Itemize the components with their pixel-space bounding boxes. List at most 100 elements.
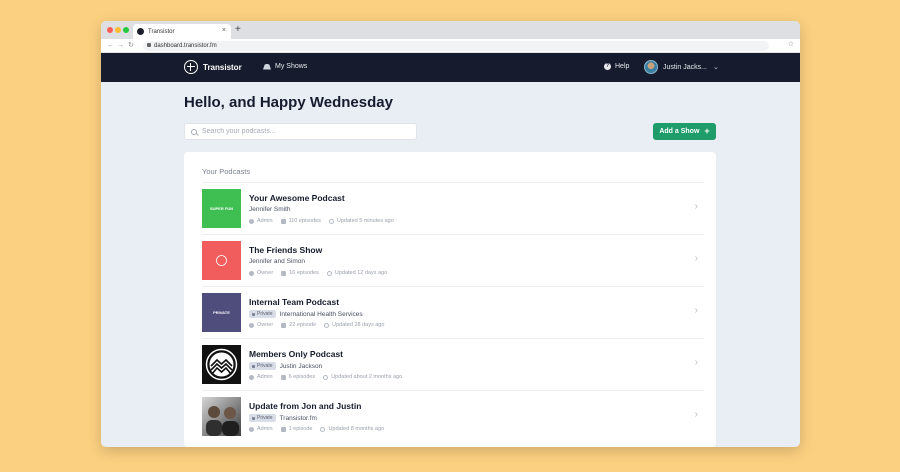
episodes: 16 episodes — [281, 270, 319, 276]
chevron-right-icon[interactable]: › — [695, 253, 698, 264]
transistor-logo-icon — [184, 60, 198, 74]
episodes: 1 episode — [280, 426, 312, 432]
transistor-favicon-icon — [137, 28, 144, 35]
url-field[interactable]: dashboard.transistor.fm — [143, 41, 769, 51]
podcast-row[interactable]: Members Only Podcast Private Justin Jack… — [202, 339, 704, 391]
podcast-meta: Admin 1 episode Updated 8 months ago — [249, 426, 392, 432]
role-label: Admin — [257, 374, 273, 380]
search-input[interactable] — [202, 128, 402, 135]
podcast-meta: Owner 16 episodes Updated 12 days ago — [249, 270, 395, 276]
transistor-logo[interactable]: Transistor — [184, 60, 242, 74]
user-icon — [249, 322, 254, 328]
podcast-row[interactable]: SUPER FUN Your Awesome Podcast Jennifer … — [202, 183, 704, 235]
episodes-label: 110 episodes — [288, 218, 321, 224]
new-tab-button[interactable]: + — [235, 24, 241, 36]
episodes-label: 16 episodes — [289, 270, 319, 276]
clock-icon — [326, 270, 332, 276]
list-icon — [281, 270, 287, 276]
hosts-photo-icon — [206, 406, 239, 436]
search-box[interactable] — [184, 123, 417, 140]
url-text: dashboard.transistor.fm — [154, 43, 217, 49]
tab-close-icon[interactable]: × — [222, 27, 226, 34]
podcast-meta: Owner 22 episode Updated 28 days ago — [249, 322, 392, 328]
chevron-down-icon: ⌄ — [712, 64, 719, 71]
private-badge: Private — [249, 310, 276, 318]
browser-window: Transistor × + ← → ↻ dashboard.transisto… — [101, 21, 800, 447]
podcast-artwork: SUPER FUN — [202, 189, 241, 228]
lock-icon — [252, 364, 255, 368]
plus-icon: + — [704, 126, 710, 136]
help-label: Help — [615, 63, 630, 70]
podcast-meta: Admin 6 episodes Updated about 2 months … — [249, 374, 410, 380]
back-arrow-icon[interactable]: ← — [107, 41, 114, 51]
list-icon — [280, 218, 286, 224]
forward-arrow-icon[interactable]: → — [117, 41, 124, 51]
add-show-button[interactable]: Add a Show + — [653, 123, 716, 140]
list-icon — [280, 426, 286, 432]
reload-icon[interactable]: ↻ — [128, 41, 134, 51]
episodes-label: 6 episodes — [288, 374, 316, 380]
chevron-right-icon[interactable]: › — [695, 357, 698, 368]
brand-name: Transistor — [203, 62, 242, 72]
search-icon — [191, 128, 197, 135]
private-label: Private — [257, 363, 273, 369]
avatar — [644, 60, 658, 74]
user-menu[interactable]: Justin Jacks... ⌄ — [644, 60, 719, 74]
updated: Updated 8 months ago — [320, 426, 384, 432]
user-icon — [249, 426, 254, 432]
podcast-title: The Friends Show — [249, 245, 323, 255]
browser-tab[interactable]: Transistor × — [133, 24, 231, 39]
episodes: 6 episodes — [280, 374, 316, 380]
podcast-row[interactable]: The Friends Show Jennifer and Simon Owne… — [202, 235, 704, 287]
podcast-row[interactable]: PRIVATE Internal Team Podcast Private In… — [202, 287, 704, 339]
podcasts-card: Your Podcasts SUPER FUN Your Awesome Pod… — [184, 152, 716, 447]
podcast-title: Internal Team Podcast — [249, 297, 340, 307]
role: Admin — [249, 218, 273, 224]
list-icon — [281, 322, 287, 328]
my-shows-link[interactable]: My Shows — [263, 63, 307, 70]
chevron-right-icon[interactable]: › — [695, 201, 698, 212]
close-window-button[interactable] — [107, 27, 113, 33]
private-badge: Private — [249, 414, 276, 422]
updated: Updated 12 days ago — [326, 270, 387, 276]
user-name: Justin Jacks... — [663, 63, 707, 71]
help-link[interactable]: ? Help — [604, 63, 629, 70]
artwork-label: SUPER FUN — [209, 206, 234, 211]
podcast-artwork — [202, 345, 241, 384]
artwork-label: PRIVATE — [213, 310, 230, 315]
minimize-window-button[interactable] — [115, 27, 121, 33]
updated: Updated 28 days ago — [324, 322, 384, 328]
help-icon: ? — [604, 63, 611, 70]
chevron-right-icon[interactable]: › — [695, 305, 698, 316]
bookmark-star-icon[interactable]: ☆ — [788, 40, 794, 48]
private-label: Private — [257, 415, 273, 421]
podcast-title: Update from Jon and Justin — [249, 401, 362, 411]
role-label: Admin — [257, 218, 273, 224]
podcast-row[interactable]: Update from Jon and Justin Private Trans… — [202, 391, 704, 443]
updated-label: Updated about 2 months ago — [331, 374, 403, 380]
podcast-artwork — [202, 241, 241, 280]
podcast-artwork — [202, 397, 241, 436]
user-icon — [249, 374, 254, 380]
author-name: Jennifer Smith — [249, 206, 291, 213]
maximize-window-button[interactable] — [123, 27, 129, 33]
author-name: International Health Services — [279, 310, 363, 318]
clock-icon — [323, 374, 329, 380]
app-navbar: Transistor My Shows ? Help Justin Jacks.… — [101, 53, 800, 82]
updated-label: Updated 8 months ago — [328, 426, 385, 432]
section-title: Your Podcasts — [202, 167, 251, 176]
user-icon — [249, 270, 254, 276]
tab-title: Transistor — [148, 28, 175, 35]
chevron-right-icon[interactable]: › — [695, 409, 698, 420]
episodes: 110 episodes — [280, 218, 321, 224]
role-label: Owner — [257, 270, 274, 276]
podcast-author: Private International Health Services — [249, 310, 363, 318]
podcast-author: Jennifer Smith — [249, 206, 291, 213]
user-icon — [249, 218, 254, 224]
role: Owner — [249, 322, 273, 328]
add-show-label: Add a Show — [659, 128, 700, 135]
podcast-title: Members Only Podcast — [249, 349, 344, 359]
lock-icon — [147, 43, 151, 48]
list-icon — [280, 374, 286, 380]
role: Admin — [249, 426, 273, 432]
